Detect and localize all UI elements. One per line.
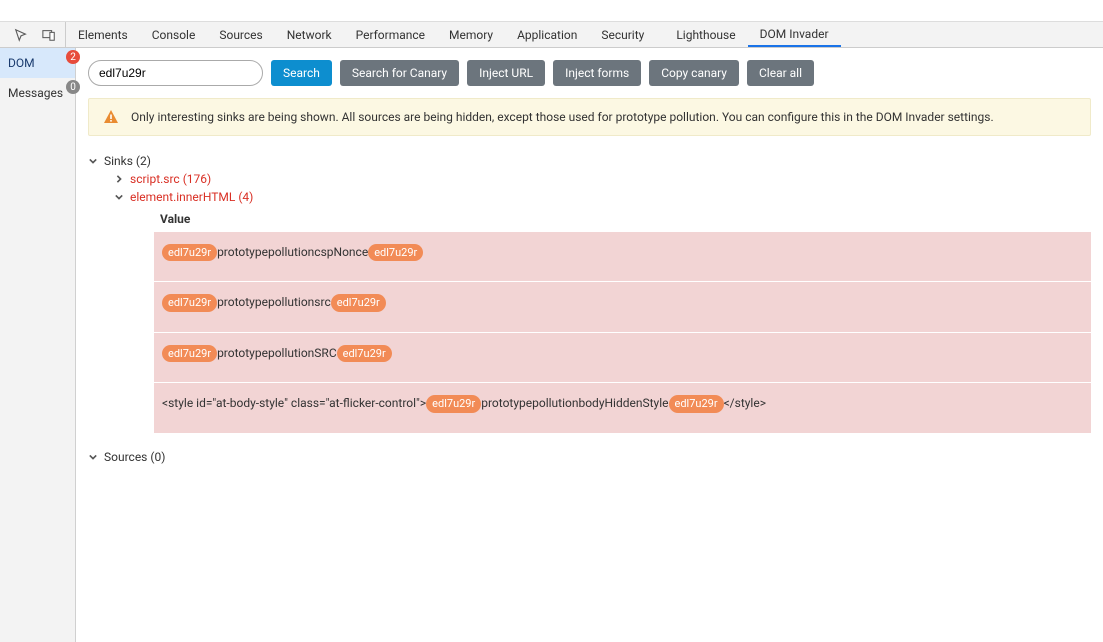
chevron-down-icon xyxy=(88,156,98,166)
value-text: prototypepollutioncspNonce xyxy=(217,245,368,259)
canary-tag: edl7u29r xyxy=(162,294,217,311)
banner-text: Only interesting sinks are being shown. … xyxy=(131,110,994,124)
tree-section: Sinks (2) script.src (176) element.inner… xyxy=(76,144,1103,474)
tab-application[interactable]: Application xyxy=(505,22,589,47)
window-top-bar xyxy=(0,0,1103,22)
canary-tag: edl7u29r xyxy=(426,395,481,412)
tab-performance[interactable]: Performance xyxy=(344,22,437,47)
messages-count-badge: 0 xyxy=(66,80,80,94)
chevron-down-icon xyxy=(114,192,124,202)
tab-elements[interactable]: Elements xyxy=(66,22,140,47)
sources-label: Sources (0) xyxy=(104,450,165,464)
tab-memory[interactable]: Memory xyxy=(437,22,505,47)
canary-tag: edl7u29r xyxy=(368,244,423,261)
value-text: prototypepollutionSRC xyxy=(217,346,337,360)
dom-invader-toolbar: Search Search for Canary Inject URL Inje… xyxy=(76,48,1103,98)
inspect-element-icon[interactable] xyxy=(13,27,29,43)
tab-console[interactable]: Console xyxy=(140,22,208,47)
chevron-right-icon xyxy=(114,174,124,184)
sidebar-item-dom[interactable]: DOM 2 xyxy=(0,48,75,78)
sources-group[interactable]: Sources (0) xyxy=(88,448,1091,466)
main-panel: Search Search for Canary Inject URL Inje… xyxy=(76,48,1103,642)
value-row[interactable]: edl7u29rprototypepollutionsrcedl7u29r xyxy=(154,282,1091,332)
value-text-mid: prototypepollutionbodyHiddenStyle xyxy=(481,396,668,410)
copy-canary-button[interactable]: Copy canary xyxy=(649,60,739,86)
info-banner: Only interesting sinks are being shown. … xyxy=(88,98,1091,136)
sidebar-item-messages[interactable]: Messages 0 xyxy=(0,78,75,108)
search-canary-button[interactable]: Search for Canary xyxy=(340,60,459,86)
inject-forms-button[interactable]: Inject forms xyxy=(553,60,641,86)
sink-name: element.innerHTML (4) xyxy=(130,190,253,204)
canary-tag: edl7u29r xyxy=(669,395,724,412)
devtools-tabs: Elements Console Sources Network Perform… xyxy=(0,22,1103,48)
value-row[interactable]: edl7u29rprototypepollutionSRCedl7u29r xyxy=(154,333,1091,383)
canary-tag: edl7u29r xyxy=(162,244,217,261)
tab-network[interactable]: Network xyxy=(275,22,344,47)
clear-all-button[interactable]: Clear all xyxy=(747,60,814,86)
value-text: prototypepollutionsrc xyxy=(217,295,331,309)
value-rows: edl7u29rprototypepollutioncspNonceedl7u2… xyxy=(154,232,1091,434)
sidebar-item-label: DOM xyxy=(8,56,35,70)
dom-invader-sidebar: DOM 2 Messages 0 xyxy=(0,48,76,642)
value-row[interactable]: <style id="at-body-style" class="at-flic… xyxy=(154,383,1091,433)
sink-element-innerhtml[interactable]: element.innerHTML (4) xyxy=(114,188,1091,206)
dom-count-badge: 2 xyxy=(66,50,80,64)
sinks-group[interactable]: Sinks (2) xyxy=(88,152,1091,170)
sink-name: script.src (176) xyxy=(130,172,211,186)
search-input[interactable] xyxy=(88,60,263,86)
search-button[interactable]: Search xyxy=(271,60,332,86)
sidebar-item-label: Messages xyxy=(8,86,63,100)
canary-tag: edl7u29r xyxy=(162,345,217,362)
value-text-suffix: </style> xyxy=(724,396,766,410)
sinks-label: Sinks (2) xyxy=(104,154,151,168)
warning-icon xyxy=(103,109,119,125)
canary-tag: edl7u29r xyxy=(331,294,386,311)
value-row[interactable]: edl7u29rprototypepollutioncspNonceedl7u2… xyxy=(154,232,1091,282)
sink-script-src[interactable]: script.src (176) xyxy=(114,170,1091,188)
tab-dom-invader[interactable]: DOM Invader xyxy=(748,22,841,47)
tab-security[interactable]: Security xyxy=(589,22,656,47)
tab-lighthouse[interactable]: Lighthouse xyxy=(664,22,747,47)
tab-sources[interactable]: Sources xyxy=(207,22,274,47)
value-text-prefix: <style id="at-body-style" class="at-flic… xyxy=(162,396,426,410)
canary-tag: edl7u29r xyxy=(337,345,392,362)
chevron-down-icon xyxy=(88,452,98,462)
value-column-header: Value xyxy=(160,206,1091,232)
inject-url-button[interactable]: Inject URL xyxy=(467,60,545,86)
device-toolbar-icon[interactable] xyxy=(41,27,57,43)
